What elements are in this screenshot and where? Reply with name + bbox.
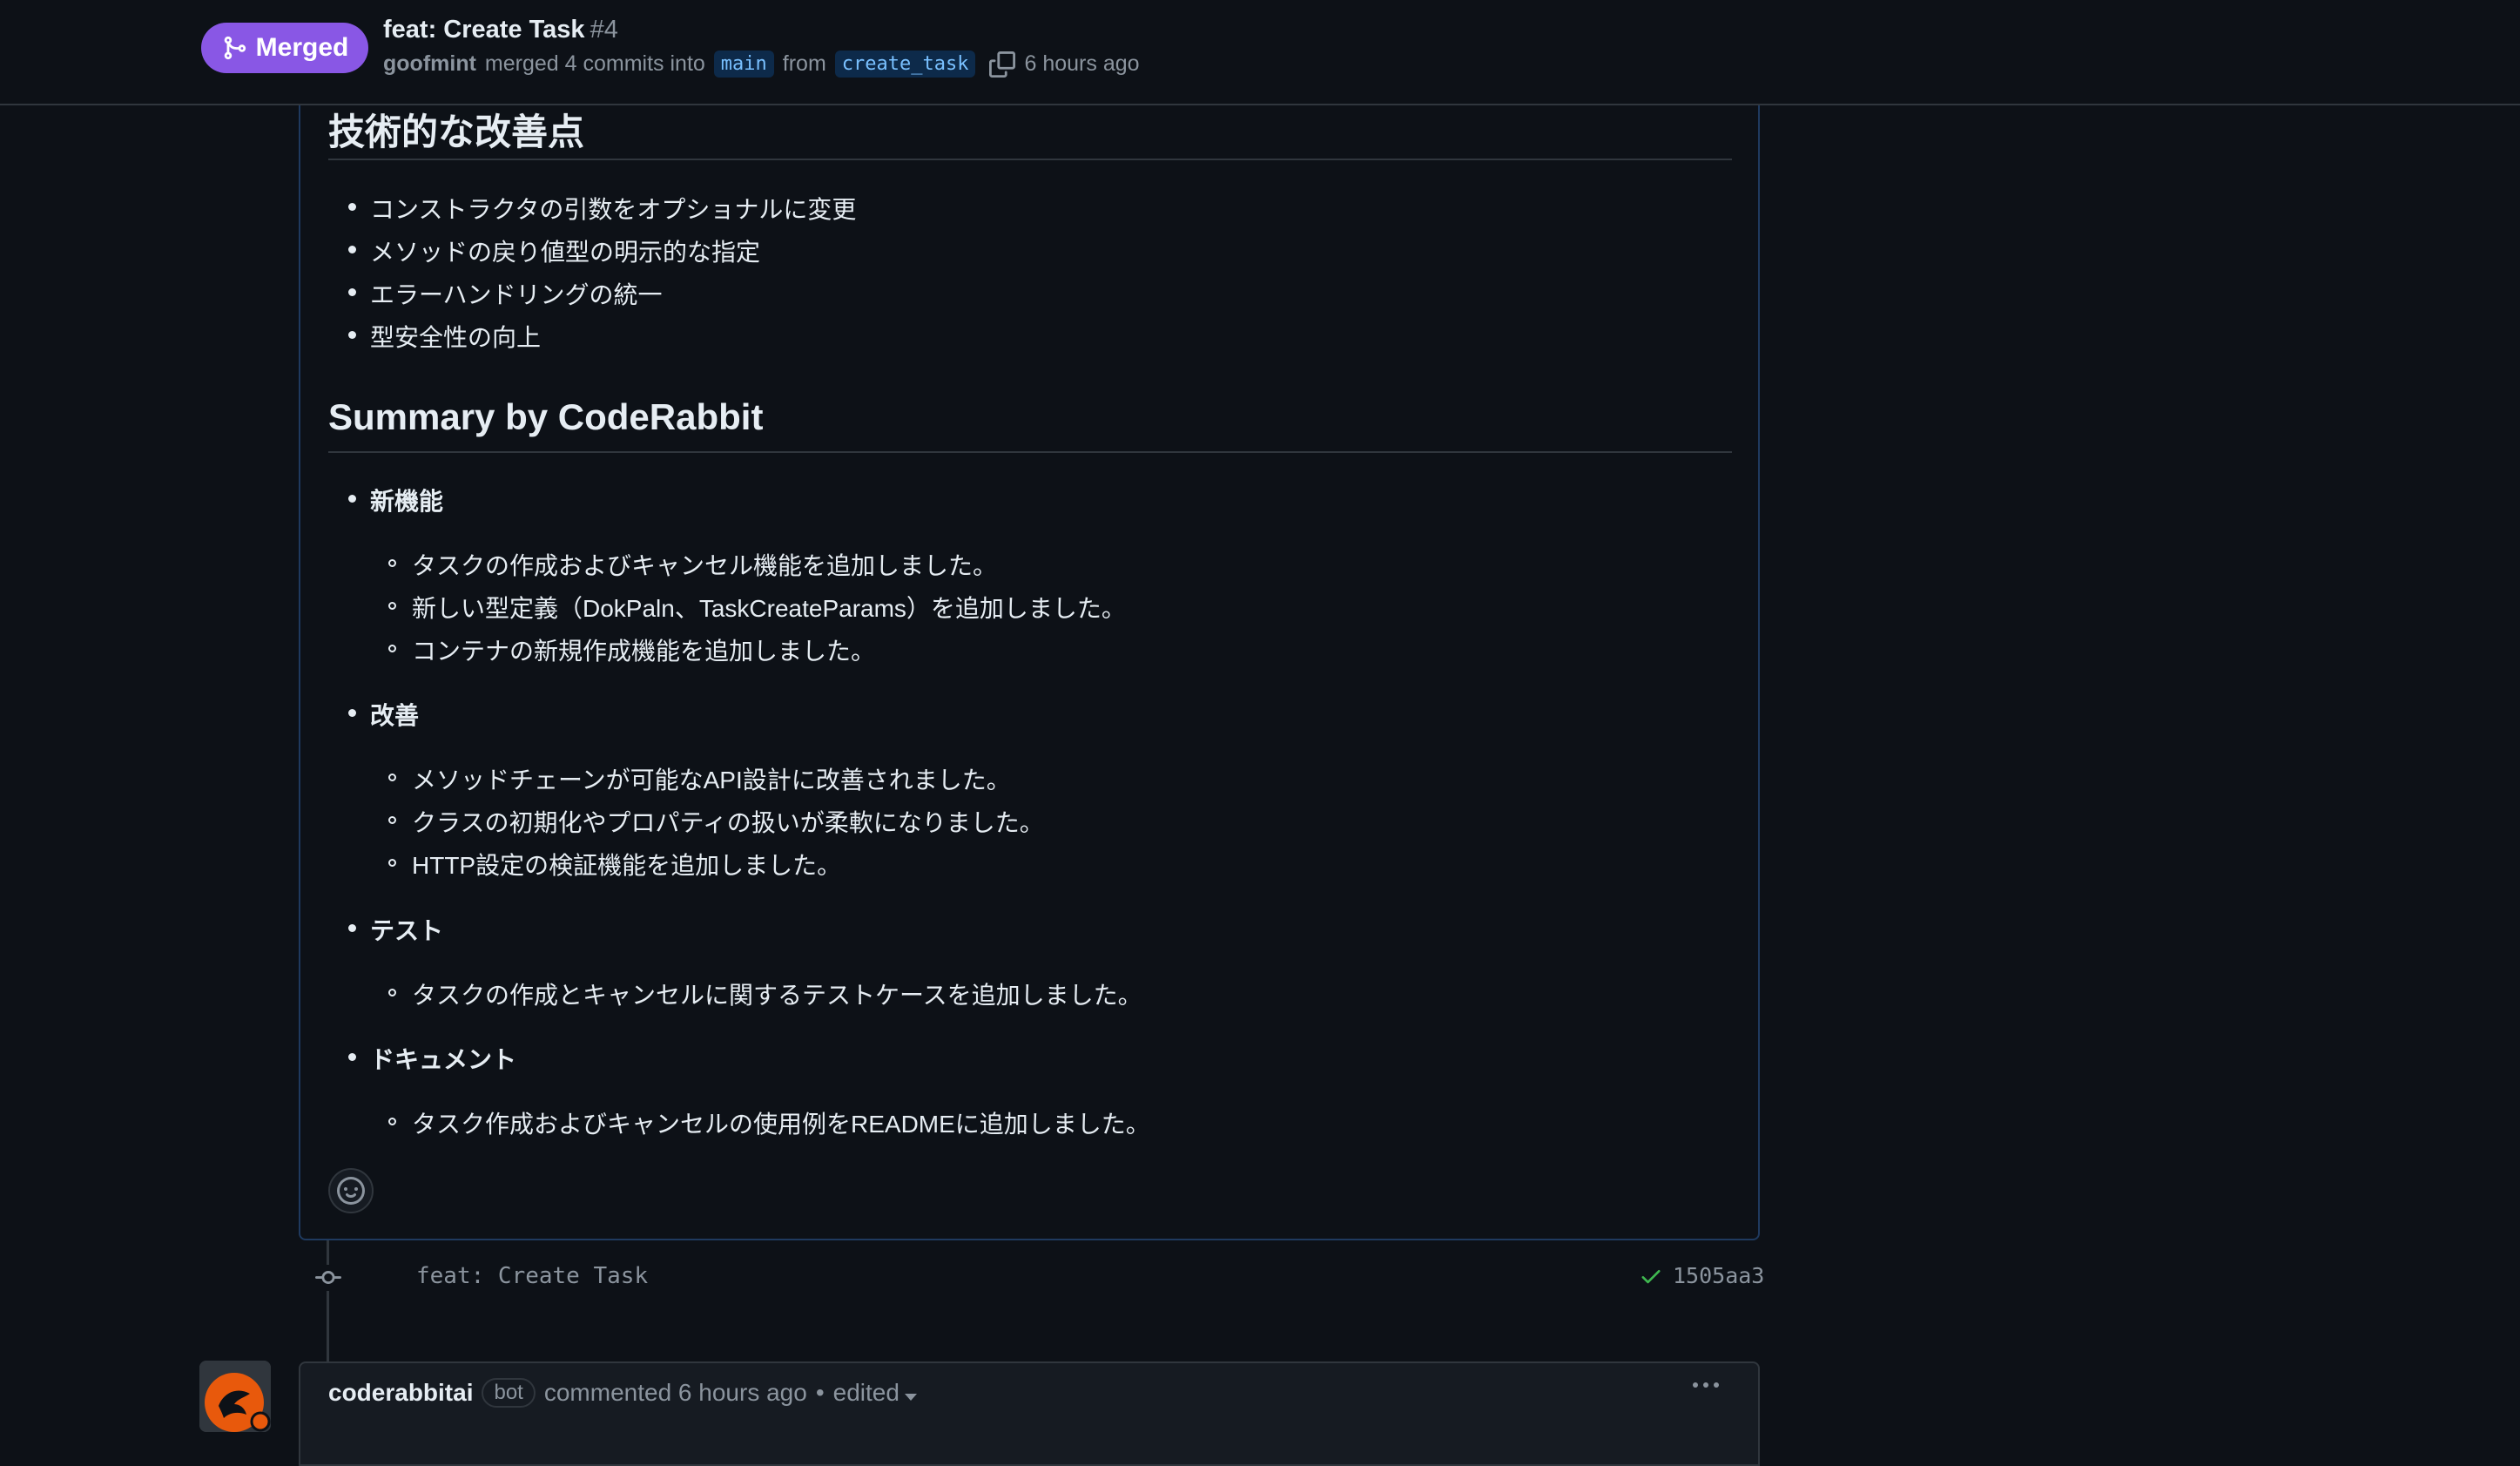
list-item: 新しい型定義（DokPaln、TaskCreateParams）を追加しました。 xyxy=(412,595,1126,622)
sublist-bullet xyxy=(388,989,396,996)
comment-action[interactable]: commented 6 hours ago xyxy=(544,1379,807,1407)
sublist-bullet xyxy=(388,645,396,652)
list-bullet xyxy=(348,331,356,339)
commit-message-link[interactable]: feat: Create Task xyxy=(416,1263,648,1289)
list-item: タスクの作成とキャンセルに関するテストケースを追加しました。 xyxy=(412,982,1142,1009)
base-branch[interactable]: main xyxy=(713,51,774,78)
kebab-horizontal-icon[interactable] xyxy=(1693,1382,1719,1388)
summary-group-title: テスト xyxy=(370,917,444,944)
list-item: クラスの初期化やプロパティの扱いが柔軟になりました。 xyxy=(412,809,1044,836)
list-item: 型安全性の向上 xyxy=(370,324,542,351)
sublist-bullet xyxy=(388,1118,396,1125)
list-bullet xyxy=(348,288,356,296)
comment-author-link[interactable]: coderabbitai xyxy=(328,1379,473,1407)
edited-label[interactable]: edited xyxy=(833,1379,900,1406)
list-bullet xyxy=(348,1053,356,1061)
pr-author-link[interactable]: goofmint xyxy=(383,51,476,77)
sublist-bullet xyxy=(388,559,396,567)
sublist-bullet xyxy=(388,602,396,610)
timeline-line xyxy=(327,1240,329,1362)
bot-badge: bot xyxy=(482,1378,536,1408)
section-heading-summary: Summary by CodeRabbit xyxy=(328,396,764,437)
pr-number: #4 xyxy=(590,16,618,44)
sublist-bullet xyxy=(388,774,396,781)
list-bullet xyxy=(348,495,356,503)
sticky-pr-header: Merged feat: Create Task #4 goofmint merg… xyxy=(0,0,2520,105)
merged-status-badge: Merged xyxy=(201,23,368,73)
merge-text: merged 4 commits into xyxy=(484,51,705,76)
edited-dropdown[interactable]: edited xyxy=(833,1379,917,1407)
list-item: HTTP設定の検証機能を追加しました。 xyxy=(412,852,842,879)
list-item: エラーハンドリングの統一 xyxy=(370,281,663,308)
pr-title[interactable]: feat: Create Task #4 xyxy=(383,16,618,44)
pr-meta: goofmint merged 4 commits into main from… xyxy=(383,51,1140,78)
list-bullet xyxy=(348,203,356,211)
from-text: from xyxy=(782,51,826,76)
git-commit-icon xyxy=(315,1265,341,1291)
add-reaction-button[interactable] xyxy=(328,1168,374,1213)
list-item: コンテナの新規作成機能を追加しました。 xyxy=(412,638,876,665)
merged-status-label: Merged xyxy=(255,33,349,62)
list-item: タスクの作成およびキャンセル機能を追加しました。 xyxy=(412,552,998,579)
comment-header: coderabbitai bot commented 6 hours ago •… xyxy=(328,1378,917,1408)
chevron-down-icon xyxy=(904,1394,917,1401)
check-icon[interactable] xyxy=(1639,1264,1663,1288)
copy-icon[interactable] xyxy=(989,51,1016,78)
list-bullet xyxy=(348,709,356,717)
git-merge-icon xyxy=(224,36,246,60)
section-heading-improvements: 技術的な改善点 xyxy=(328,111,585,152)
comment-box xyxy=(299,1361,1760,1466)
summary-group-title: ドキュメント xyxy=(370,1046,517,1073)
commit-sha-link[interactable]: 1505aa3 xyxy=(1673,1263,1764,1288)
list-bullet xyxy=(348,924,356,932)
sublist-bullet xyxy=(388,859,396,867)
summary-group-title: 改善 xyxy=(370,702,420,729)
separator: • xyxy=(815,1379,825,1406)
pr-title-text[interactable]: feat: Create Task xyxy=(383,16,585,44)
heading-divider xyxy=(328,159,1732,160)
summary-group-title: 新機能 xyxy=(370,488,444,515)
list-item: コンストラクタの引数をオプショナルに変更 xyxy=(370,196,857,223)
list-item: メソッドの戻り値型の明示的な指定 xyxy=(370,239,761,266)
list-bullet xyxy=(348,246,356,253)
sublist-bullet xyxy=(388,816,396,824)
avatar[interactable] xyxy=(199,1361,271,1432)
heading-divider xyxy=(328,451,1732,453)
head-branch[interactable]: create_task xyxy=(834,51,976,78)
list-item: タスク作成およびキャンセルの使用例をREADMEに追加しました。 xyxy=(412,1111,1150,1138)
list-item: メソッドチェーンが可能なAPI設計に改善されました。 xyxy=(412,767,1011,794)
pr-time[interactable]: 6 hours ago xyxy=(1024,51,1139,77)
smiley-icon xyxy=(337,1177,365,1205)
